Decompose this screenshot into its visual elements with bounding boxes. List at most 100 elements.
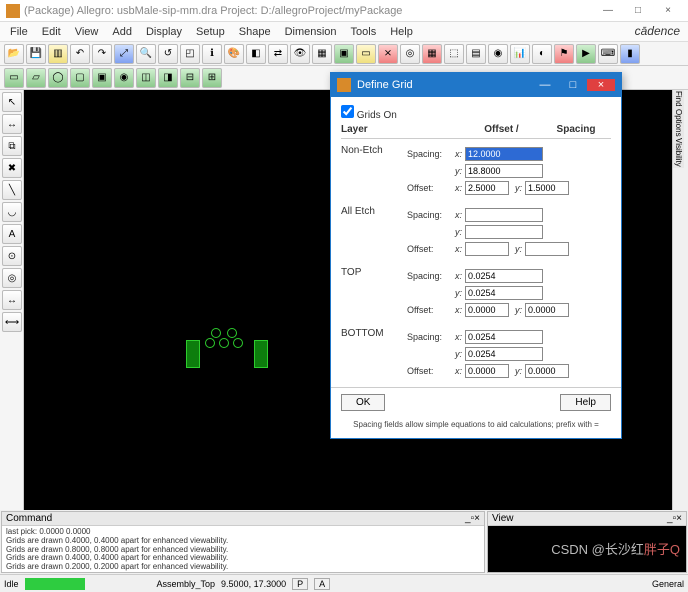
vt-dim-icon[interactable]: ⟷ [2, 312, 22, 332]
tb2-void-icon[interactable]: ⊟ [180, 68, 200, 88]
command-log[interactable]: last pick: 0.0000 0.0000 Grids are drawn… [2, 526, 484, 572]
tb-skill-icon[interactable]: ⌨ [598, 44, 618, 64]
tb-zoomprev-icon[interactable]: ↺ [158, 44, 178, 64]
tb-color-icon[interactable]: 🎨 [224, 44, 244, 64]
menu-shape[interactable]: Shape [233, 24, 277, 40]
vt-via-icon[interactable]: ◎ [2, 268, 22, 288]
tb2-edit2-icon[interactable]: ◨ [158, 68, 178, 88]
dock-close-icon[interactable]: × [474, 513, 480, 524]
tb-place-icon[interactable]: ▣ [334, 44, 354, 64]
vt-measure-icon[interactable]: ↔ [2, 290, 22, 310]
tb-open-icon[interactable]: 📂 [4, 44, 24, 64]
offset-y-input[interactable] [525, 364, 569, 378]
window-maximize[interactable]: □ [624, 2, 652, 20]
tb-redo-icon[interactable]: ↷ [92, 44, 112, 64]
window-close[interactable]: × [654, 2, 682, 20]
menu-help[interactable]: Help [384, 24, 419, 40]
vt-line-icon[interactable]: ╲ [2, 180, 22, 200]
vt-delete-icon[interactable]: ✖ [2, 158, 22, 178]
menu-setup[interactable]: Setup [190, 24, 231, 40]
tb2-rect-icon[interactable]: ▢ [70, 68, 90, 88]
spacing-x-input[interactable] [465, 208, 543, 222]
vt-arc-icon[interactable]: ◡ [2, 202, 22, 222]
vt-move-icon[interactable]: ↔ [2, 114, 22, 134]
tb-meter-icon[interactable]: ◉ [488, 44, 508, 64]
grids-on-checkbox[interactable] [341, 105, 354, 118]
grids-on-check[interactable]: Grids On [341, 110, 397, 121]
menu-view[interactable]: View [69, 24, 105, 40]
spacing-x-input[interactable] [465, 330, 543, 344]
dialog-close[interactable]: × [587, 79, 615, 91]
tb-info-icon[interactable]: ℹ [202, 44, 222, 64]
tb2-shape2-icon[interactable]: ▱ [26, 68, 46, 88]
tb-chart-icon[interactable]: 📊 [510, 44, 530, 64]
window-minimize[interactable]: — [594, 2, 622, 20]
tb2-shape3-icon[interactable]: ◯ [48, 68, 68, 88]
menu-tools[interactable]: Tools [345, 24, 383, 40]
panel-visibility[interactable]: Visibility [673, 137, 684, 168]
offset-x-input[interactable] [465, 364, 509, 378]
tb-undo-icon[interactable]: ↶ [70, 44, 90, 64]
status-a[interactable]: A [314, 578, 330, 590]
y-label: y: [452, 227, 462, 237]
status-layer[interactable]: Assembly_Top [157, 579, 216, 589]
spacing-y-input[interactable] [465, 347, 543, 361]
tb-flag-icon[interactable]: ⚑ [554, 44, 574, 64]
tb-drc-icon[interactable]: ⨯ [378, 44, 398, 64]
tb-tool19-icon[interactable]: ◎ [400, 44, 420, 64]
tb-layers-icon[interactable]: ▥ [48, 44, 68, 64]
vt-pin-icon[interactable]: ⊙ [2, 246, 22, 266]
panel-options[interactable]: Options [673, 108, 684, 138]
tb-tool15-icon[interactable]: ▦ [312, 44, 332, 64]
dialog-minimize[interactable]: — [531, 79, 559, 91]
spacing-x-input[interactable] [465, 147, 543, 161]
menu-display[interactable]: Display [140, 24, 188, 40]
menu-file[interactable]: File [4, 24, 34, 40]
dialog-titlebar[interactable]: Define Grid — □ × [331, 73, 621, 97]
ok-button[interactable]: OK [341, 394, 385, 411]
tb2-rect2-icon[interactable]: ▣ [92, 68, 112, 88]
offset-x-input[interactable] [465, 242, 509, 256]
tb-3d-icon[interactable]: ⬚ [444, 44, 464, 64]
vt-copy-icon[interactable]: ⧉ [2, 136, 22, 156]
spacing-x-input[interactable] [465, 269, 543, 283]
tb-xsect-icon[interactable]: ▤ [466, 44, 486, 64]
dialog-maximize[interactable]: □ [559, 79, 587, 91]
panel-find[interactable]: Find [673, 90, 684, 108]
offset-y-input[interactable] [525, 242, 569, 256]
tb-toggle-icon[interactable]: ◐ [532, 44, 552, 64]
offset-y-input[interactable] [525, 181, 569, 195]
tb-visibility-icon[interactable]: 👁 [290, 44, 310, 64]
tb2-shape1-icon[interactable]: ▭ [4, 68, 24, 88]
y-label: y: [512, 366, 522, 376]
vt-select-icon[interactable]: ↖ [2, 92, 22, 112]
spacing-y-input[interactable] [465, 225, 543, 239]
tb-cmd-icon[interactable]: ▮ [620, 44, 640, 64]
tb2-edit1-icon[interactable]: ◫ [136, 68, 156, 88]
tb-swap-icon[interactable]: ⇄ [268, 44, 288, 64]
offset-x-input[interactable] [465, 181, 509, 195]
tb-grid-red-icon[interactable]: ▦ [422, 44, 442, 64]
spacing-y-input[interactable] [465, 286, 543, 300]
tb2-merge-icon[interactable]: ⊞ [202, 68, 222, 88]
offset-x-input[interactable] [465, 303, 509, 317]
status-p[interactable]: P [292, 578, 308, 590]
dialog-title: Define Grid [357, 79, 413, 91]
menu-add[interactable]: Add [106, 24, 138, 40]
tb-highlight-icon[interactable]: ◧ [246, 44, 266, 64]
offset-y-input[interactable] [525, 303, 569, 317]
app-icon [6, 4, 20, 18]
tb-save-icon[interactable]: 💾 [26, 44, 46, 64]
tb-zoomin-icon[interactable]: 🔍 [136, 44, 156, 64]
dock-close-icon[interactable]: × [676, 513, 682, 524]
tb-route-icon[interactable]: ▭ [356, 44, 376, 64]
menu-edit[interactable]: Edit [36, 24, 67, 40]
tb2-circ-icon[interactable]: ◉ [114, 68, 134, 88]
menu-dimension[interactable]: Dimension [279, 24, 343, 40]
tb-zoomfit-icon[interactable]: ⤢ [114, 44, 134, 64]
tb-run-icon[interactable]: ▶ [576, 44, 596, 64]
vt-text-icon[interactable]: A [2, 224, 22, 244]
help-button[interactable]: Help [560, 394, 611, 411]
spacing-y-input[interactable] [465, 164, 543, 178]
tb-zoomsel-icon[interactable]: ◰ [180, 44, 200, 64]
